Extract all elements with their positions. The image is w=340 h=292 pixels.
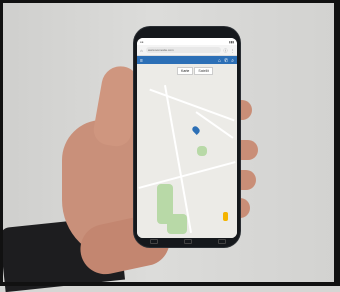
tab-map[interactable]: Karte [177,67,194,75]
location-marker[interactable] [191,125,201,135]
phone-screen: ●● ▮▮▮ ⌂ www.somesite.com ⓘ ⋮ ≡ ⌂ ✆ ⌕ Ka… [137,38,237,238]
map-road [195,111,234,139]
menu-icon[interactable]: ≡ [140,58,143,64]
back-icon[interactable] [218,238,226,244]
status-bar: ●● ▮▮▮ [137,38,237,45]
phone-nav-bar [150,238,226,244]
home-button-icon[interactable] [184,238,192,244]
search-icon[interactable]: ⌕ [231,58,234,64]
park-area [167,214,187,234]
park-area [197,146,207,156]
home-icon[interactable]: ⌂ [218,58,221,64]
map-road [138,161,236,189]
map-type-tabs: Karte Satellit [177,67,213,75]
tab-satellite[interactable]: Satellit [194,67,213,75]
info-icon[interactable]: ⓘ [223,48,228,53]
map-road [149,88,235,122]
url-input[interactable]: www.somesite.com [146,47,221,53]
home-browser-icon[interactable]: ⌂ [139,48,144,53]
status-right: ▮▮▮ [229,39,234,44]
map-view[interactable]: Karte Satellit [137,64,237,238]
browser-url-bar: ⌂ www.somesite.com ⓘ ⋮ [137,45,237,56]
pegman-icon[interactable] [223,212,228,221]
recent-apps-icon[interactable] [150,238,158,244]
phone-icon[interactable]: ✆ [224,58,228,64]
more-icon[interactable]: ⋮ [230,48,235,53]
status-left: ●● [140,39,144,44]
